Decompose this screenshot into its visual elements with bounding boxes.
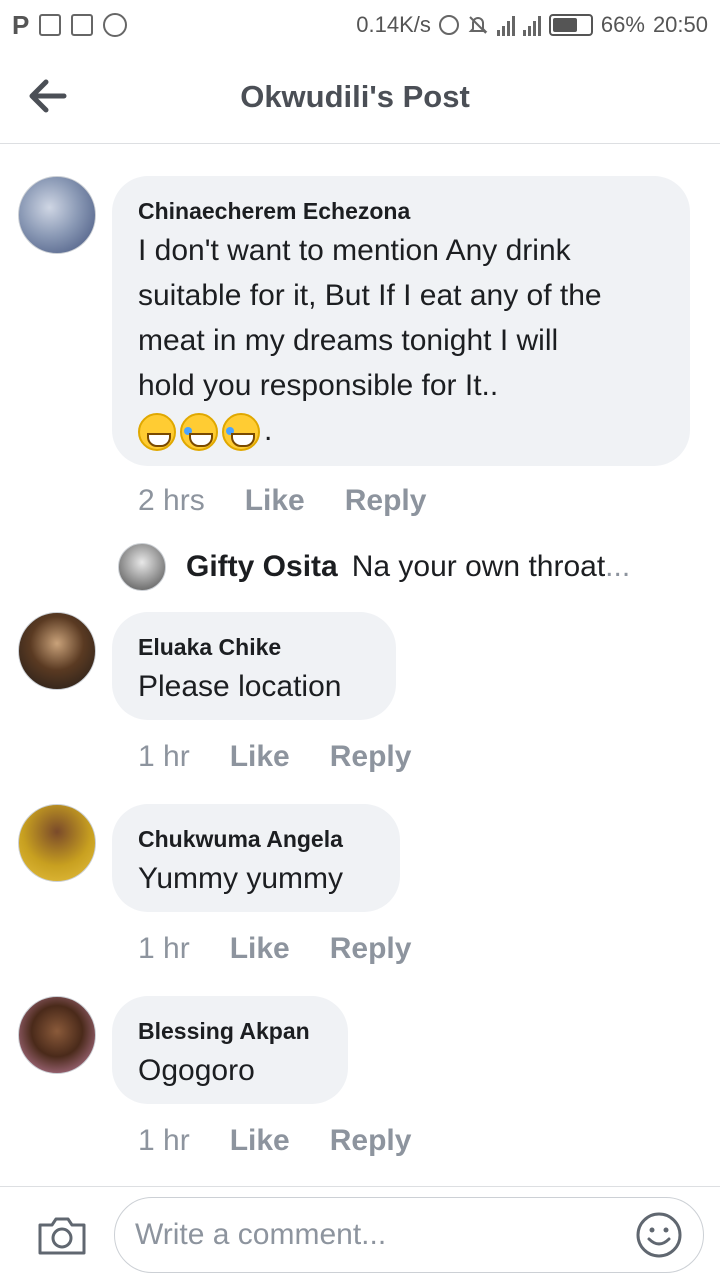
battery-icon [548,14,593,36]
avatar[interactable] [118,543,166,591]
comment-text: I don't want to mention Any drink suitab… [138,228,664,453]
comment-text: Please location [138,670,342,703]
like-button[interactable]: Like [230,1124,290,1158]
comment-author[interactable]: Blessing Akpan [138,1014,322,1048]
comment-actions: 1 hr Like Reply [138,932,411,966]
reply-button[interactable]: Reply [330,932,412,966]
comment-line: meat in my dreams tonight I will [138,324,559,357]
comment-actions: 1 hr Like Reply [138,740,411,774]
comment-composer [0,1186,720,1280]
avatar[interactable] [18,176,96,254]
comment-time[interactable]: 1 hr [138,740,190,774]
arrow-left-icon[interactable] [28,78,68,114]
comment-bubble: Chukwuma Angela Yummy yummy [112,804,400,912]
avatar[interactable] [18,612,96,690]
network-speed: 0.14K/s [356,12,431,37]
page-title: Okwudili's Post [240,78,470,114]
avatar[interactable] [18,804,96,882]
reply-button[interactable]: Reply [330,1124,412,1158]
status-bar: P 0.14K/s 66% 20:50 [0,0,720,50]
comment-bubble: Blessing Akpan Ogogoro [112,996,348,1104]
emoji-suffix: . [264,414,273,447]
post-header: Okwudili's Post [0,50,720,144]
sim-icon [71,14,94,36]
camera-icon[interactable] [36,1215,88,1257]
comment-actions: 1 hr Like Reply [138,1124,411,1158]
like-button[interactable]: Like [230,932,290,966]
reply-text: Na your own throat [351,550,606,583]
comment-time[interactable]: 1 hr [138,932,190,966]
reply-button[interactable]: Reply [345,484,427,518]
status-left-icons: P [12,9,128,41]
signal-icon [496,14,515,36]
like-button[interactable]: Like [230,740,290,774]
comment-text: Yummy yummy [138,862,344,895]
smiley-icon[interactable] [635,1211,683,1259]
reply-author[interactable]: Gifty Osita [186,550,338,584]
comment-author[interactable]: Eluaka Chike [138,630,370,664]
grinning-emoji [138,413,176,452]
screenshot-icon [39,14,62,36]
clock: 20:50 [652,12,708,37]
avatar[interactable] [18,996,96,1074]
comment-author[interactable]: Chukwuma Angela [138,822,374,856]
comment-actions: 2 hrs Like Reply [138,484,426,518]
comment-author[interactable]: Chinaecherem Echezona [138,194,664,228]
comment-line: I don't want to mention Any drink [138,234,571,267]
comment-time[interactable]: 1 hr [138,1124,190,1158]
comment-line: hold you responsible for It.. [138,369,499,402]
p-icon: P [12,9,30,40]
mute-icon [468,16,488,34]
battery-percent: 66% [600,12,645,37]
tears-of-joy-emoji [222,413,260,452]
reply-ellipsis: ... [605,550,631,583]
reply-preview[interactable]: Gifty Osita Na your own throat... [118,538,630,596]
like-button[interactable]: Like [245,484,305,518]
comment-time[interactable]: 2 hrs [138,484,205,518]
comment-text: Ogogoro [138,1054,255,1087]
status-right-icons: 0.14K/s 66% 20:50 [356,12,708,38]
comment-bubble: Chinaecherem Echezona I don't want to me… [112,176,690,466]
sync-icon [438,15,459,35]
h-signal-icon [522,14,541,36]
comment-input-box[interactable] [114,1197,704,1273]
emoji-line: . [138,408,664,453]
whatsapp-icon [103,13,128,37]
reply-button[interactable]: Reply [330,740,412,774]
comment-bubble: Eluaka Chike Please location [112,612,396,720]
comment-line: suitable for it, But If I eat any of the [138,279,602,312]
tears-of-joy-emoji [180,413,218,452]
comment-input[interactable] [135,1218,615,1252]
